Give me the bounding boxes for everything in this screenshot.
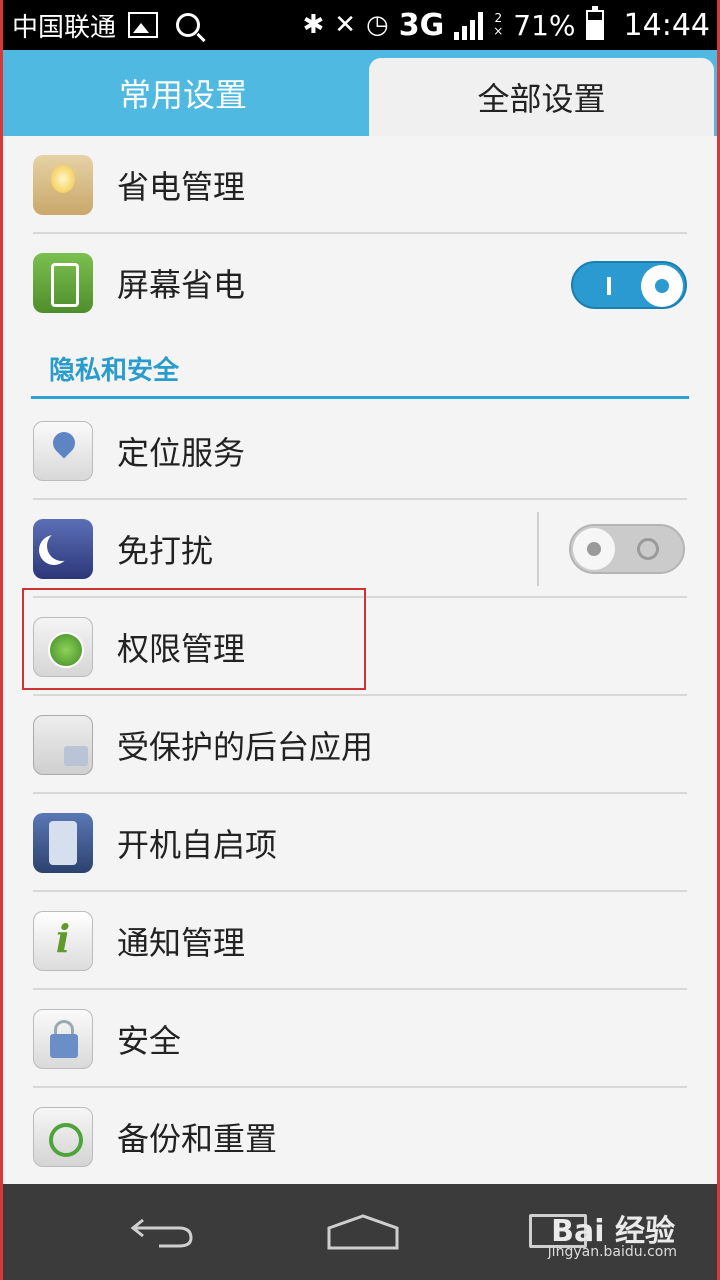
lightbulb-icon [33,155,93,215]
phone-boot-icon [33,813,93,873]
list-item-label: 备份和重置 [117,1120,278,1158]
tab-all-settings[interactable]: 全部设置 [369,58,714,136]
list-item-label: 通知管理 [117,924,246,962]
list-item-backup-reset[interactable]: 备份和重置 [3,1088,717,1186]
moon-icon [33,519,93,579]
list-item-startup-apps[interactable]: 开机自启项 [3,794,717,892]
protected-apps-icon [33,715,93,775]
list-item-notification-management[interactable]: 通知管理 [3,892,717,990]
toggle-off-mark [637,538,659,560]
watermark-url: jingyan.baidu.com [547,1244,677,1260]
toggle-knob [573,528,615,570]
carrier-name: 中国联通 [12,12,117,43]
section-title-privacy: 隐私和安全 [49,356,180,386]
battery-percent: 71% [513,8,576,42]
list-item-label: 免打扰 [117,532,214,570]
list-item-label: 省电管理 [117,168,246,206]
list-item-label: 开机自启项 [117,826,278,864]
picture-icon [128,12,159,38]
home-icon[interactable] [325,1212,401,1252]
backup-restore-icon [33,1107,93,1167]
toggle-knob [641,265,683,307]
list-item-power-saving[interactable]: 省电管理 [3,136,717,234]
list-item-do-not-disturb[interactable]: 免打扰 [3,500,717,598]
list-item-security[interactable]: 安全 [3,990,717,1088]
mute-icon: ✕ [334,10,357,40]
vertical-divider [537,512,539,586]
list-item-label: 安全 [117,1022,182,1060]
screen-power-icon [33,253,93,313]
padlock-icon [33,1009,93,1069]
status-bar: 中国联通 ✱ ✕ ◷ 3G 2 × 71% 14:44 [0,0,720,50]
bluetooth-icon: ✱ [302,10,325,40]
toggle-on-mark [607,277,611,295]
list-item-label: 定位服务 [117,434,246,472]
list-item-protected-apps[interactable]: 受保护的后台应用 [3,696,717,794]
search-icon [176,13,201,37]
section-divider [31,396,689,399]
navigation-bar: Bai 经验 jingyan.baidu.com [3,1184,717,1280]
list-item-screen-power-saving[interactable]: 屏幕省电 [3,234,717,332]
highlight-annotation-box [22,588,366,690]
location-pin-icon [33,421,93,481]
list-item-location-service[interactable]: 定位服务 [3,402,717,500]
alarm-icon: ◷ [366,10,389,40]
sim-number: 2 [494,11,503,25]
list-item-label: 受保护的后台应用 [117,728,374,766]
sim2-signal-icon: 2 × [493,11,504,38]
do-not-disturb-toggle[interactable] [569,524,685,574]
back-icon[interactable] [129,1214,195,1248]
battery-icon [585,6,604,40]
settings-tab-bar: 常用设置 全部设置 [3,50,717,136]
info-icon [33,911,93,971]
clock: 14:44 [623,7,710,43]
signal-icon [454,10,484,40]
tab-common-settings[interactable]: 常用设置 [3,50,363,136]
network-type: 3G [398,7,445,43]
screen-power-toggle[interactable] [571,261,687,309]
list-item-label: 屏幕省电 [117,266,246,304]
